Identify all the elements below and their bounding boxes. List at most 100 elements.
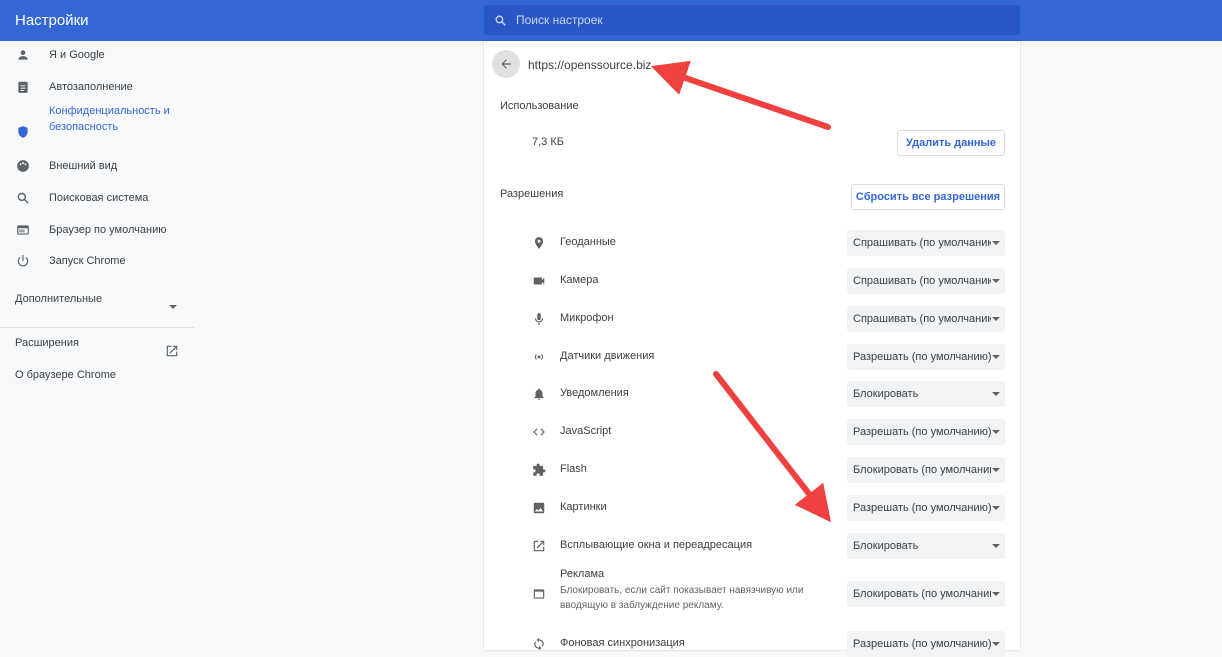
permission-select[interactable]: Разрешать (по умолчанию) [847,495,1005,521]
permission-value: Спрашивать (по умолчанию) [853,275,991,287]
sidebar-item-label: О браузере Chrome [15,369,116,381]
reset-permissions-button[interactable]: Сбросить все разрешения [851,184,1005,210]
caret-down-icon [992,392,1000,396]
page-title: Настройки [15,12,89,29]
permission-value: Блокировать (по умолчанию) [853,464,991,476]
divider [0,327,194,328]
permission-row: Фоновая синхронизация Разрешать (по умол… [484,631,1020,657]
sidebar-advanced-label: Дополнительные [15,293,103,305]
permission-row: Камера Спрашивать (по умолчанию) [484,268,1020,294]
permission-label: Картинки [560,501,607,513]
permission-select[interactable]: Спрашивать (по умолчанию) [847,306,1005,332]
permission-select[interactable]: Блокировать [847,533,1005,559]
permission-value: Разрешать (по умолчанию) [853,426,991,438]
permission-row: Датчики движения Разрешать (по умолчанию… [484,344,1020,370]
ads-icon [533,589,545,599]
permission-label: Реклама [560,568,605,580]
site-url: https://openssource.biz [528,58,652,72]
permission-value: Блокировать (по умолчанию) [853,588,991,600]
permission-description: Блокировать, если сайт показывает навязч… [560,585,804,611]
permission-value: Разрешать (по умолчанию) [853,502,991,514]
permission-select[interactable]: Блокировать [847,381,1005,407]
back-button[interactable] [492,50,520,78]
permission-select[interactable]: Блокировать (по умолчанию) [847,581,1005,607]
permission-row: Картинки Разрешать (по умолчанию) [484,495,1020,521]
permission-value: Разрешать (по умолчанию) [853,351,991,363]
permissions-title: Разрешения [500,188,564,200]
permission-value: Спрашивать (по умолчанию) [853,237,991,249]
microphone-icon [534,313,544,325]
permission-label: Фоновая синхронизация [560,637,685,649]
caret-down-icon [992,317,1000,321]
arrow-back-icon [501,59,511,69]
permission-row: Всплывающие окна и переадресация Блокиро… [484,533,1020,559]
permission-select[interactable]: Разрешать (по умолчанию) [847,344,1005,370]
browser-icon [17,225,29,235]
sidebar-item-label: Внешний вид [49,160,118,172]
permission-select[interactable]: Разрешать (по умолчанию) [847,419,1005,445]
search-icon [17,192,29,204]
camera-icon [533,277,545,285]
permission-label: Датчики движения [560,350,655,362]
open-in-new-icon [533,540,545,552]
permission-row: Микрофон Спрашивать (по умолчанию) [484,306,1020,332]
permission-label: JavaScript [560,425,612,437]
caret-down-icon [169,305,177,309]
permission-label: Камера [560,274,599,286]
bell-icon [534,388,544,400]
permission-row: Геоданные Спрашивать (по умолчанию) [484,230,1020,256]
permission-row: Flash Блокировать (по умолчанию) [484,457,1020,483]
permission-label: Уведомления [560,387,629,399]
permission-select[interactable]: Спрашивать (по умолчанию) [847,268,1005,294]
permission-row: Уведомления Блокировать [484,381,1020,407]
caret-down-icon [992,592,1000,596]
permission-value: Спрашивать (по умолчанию) [853,313,991,325]
permission-label: Flash [560,463,587,475]
caret-down-icon [992,355,1000,359]
permission-row: Реклама Блокировать, если сайт показывае… [484,568,1020,611]
caret-down-icon [992,279,1000,283]
sidebar-item-label: Браузер по умолчанию [49,224,167,236]
caret-down-icon [992,642,1000,646]
site-details-card: https://openssource.biz Использование 7,… [484,41,1020,657]
permission-value: Блокировать [853,388,919,400]
palette-icon [17,160,29,172]
search-icon [495,14,506,26]
location-icon [534,237,544,249]
sensors-icon [534,354,544,360]
delete-data-button[interactable]: Удалить данные [897,130,1005,156]
caret-down-icon [992,544,1000,548]
permission-select[interactable]: Разрешать (по умолчанию) [847,631,1005,657]
caret-down-icon [992,430,1000,434]
sidebar-item-label: Конфиденциальность и безопасность [49,105,170,133]
puzzle-icon [533,463,546,476]
search-input[interactable]: Поиск настроек [484,5,1020,35]
permission-select[interactable]: Блокировать (по умолчанию) [847,457,1005,483]
usage-title: Использование [500,100,579,112]
image-icon [533,502,545,514]
shield-icon [18,126,28,138]
top-bar: Настройки Поиск настроек [0,0,1222,41]
sidebar-item-label: Поисковая система [49,192,149,204]
permission-label: Микрофон [560,312,614,324]
sidebar-item-label: Я и Google [49,49,105,61]
permission-label: Всплывающие окна и переадресация [560,539,753,551]
sync-icon [534,637,544,651]
open-in-new-icon [166,345,178,357]
permission-label: Геоданные [560,236,616,248]
caret-down-icon [992,506,1000,510]
code-icon [533,428,545,436]
sidebar-item-label: Автозаполнение [49,81,133,93]
power-icon [17,255,29,267]
sidebar-item-label: Расширения [15,337,79,349]
clipboard-icon [18,81,28,93]
usage-value: 7,3 КБ [532,136,564,148]
permission-row: JavaScript Разрешать (по умолчанию) [484,419,1020,445]
permission-value: Блокировать [853,540,919,552]
person-icon [18,50,28,60]
permission-select[interactable]: Спрашивать (по умолчанию) [847,230,1005,256]
caret-down-icon [992,241,1000,245]
caret-down-icon [992,468,1000,472]
permission-value: Разрешать (по умолчанию) [853,638,991,650]
search-placeholder: Поиск настроек [516,13,603,27]
